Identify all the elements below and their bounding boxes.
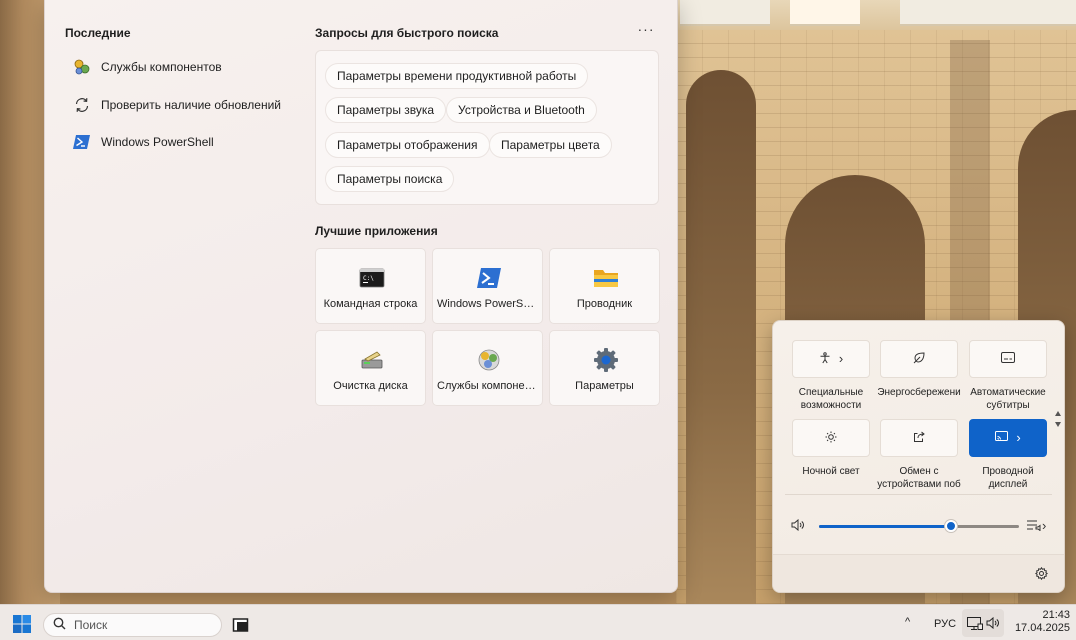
live-captions-toggle[interactable] [969,340,1047,378]
wallpaper-building [680,0,770,26]
clock[interactable]: 21:43 17.04.2025 [1008,609,1070,635]
recent-item-label: Windows PowerShell [101,135,214,149]
scroll-up-icon[interactable] [1055,411,1061,416]
refresh-icon [72,95,92,115]
wallpaper-building [900,0,1076,26]
svg-text:C:\: C:\ [363,275,374,282]
energy-saver-label: Энергосбережени [877,387,961,398]
live-captions-icon [1001,352,1015,366]
windows-logo-icon[interactable] [13,615,31,636]
app-tile-settings[interactable]: Параметры [549,330,660,406]
nearby-sharing-icon [913,431,925,446]
clock-time: 21:43 [1042,609,1070,621]
quick-settings-panel: › Специальные возможности Энергосбережен… [772,320,1065,593]
quick-search-panel: Параметры времени продуктивной работы Па… [315,50,659,205]
app-tile-disk-cleanup[interactable]: Очистка диска [315,330,426,406]
app-tile-label: Службы компонен... [437,380,538,392]
powershell-icon [476,265,502,291]
recent-item-component-services[interactable]: Службы компонентов [72,55,222,79]
disk-cleanup-icon [359,347,385,373]
quick-settings-footer [773,554,1064,592]
wallpaper-arch [686,70,756,604]
volume-slider-fill [819,525,951,528]
settings-gear-icon [593,347,619,373]
app-tile-label: Командная строка [323,298,418,310]
app-tile-file-explorer[interactable]: Проводник [549,248,660,324]
app-tile-command-prompt[interactable]: C:\ Командная строка [315,248,426,324]
audio-output-icon[interactable] [1026,519,1042,534]
component-services-icon [476,347,502,373]
quick-search-chip[interactable]: Параметры отображения [325,132,490,158]
night-light-label: Ночной свет [802,466,860,477]
app-tile-label: Параметры [575,380,634,392]
recent-item-label: Проверить наличие обновлений [101,98,281,112]
taskbar: Поиск ^ РУС 21:43 17.04.2025 [0,604,1076,640]
tray-overflow-chevron[interactable]: ^ [905,616,910,628]
volume-slider-thumb[interactable] [945,520,957,532]
volume-slider[interactable] [819,520,1019,532]
app-tile-component-services[interactable]: Службы компонен... [432,330,543,406]
app-tile-powershell[interactable]: Windows PowerShell [432,248,543,324]
volume-icon [986,616,1000,632]
component-services-icon [72,57,92,77]
search-placeholder: Поиск [74,618,108,632]
more-options-button[interactable]: ··· [637,22,655,40]
language-indicator[interactable]: РУС [934,618,956,630]
quick-search-chip[interactable]: Параметры звука [325,97,447,123]
nearby-sharing-toggle[interactable] [880,419,958,457]
search-icon [53,617,66,633]
start-menu: Последние Службы компонентов Проверить н… [44,0,678,593]
chevron-right-icon[interactable]: › [1016,431,1020,444]
speaker-icon[interactable] [791,518,805,534]
divider [785,494,1052,495]
quick-search-title: Запросы для быстрого поиска [315,26,499,40]
chevron-right-icon[interactable]: › [839,352,843,365]
app-tile-label: Проводник [576,298,633,310]
cast-label: Проводной дисплей [982,466,1034,490]
chevron-right-icon[interactable]: › [1042,518,1046,533]
night-light-icon [825,431,837,446]
network-icon [967,617,983,633]
settings-gear-icon[interactable] [1034,566,1049,583]
cast-toggle[interactable]: › [969,419,1047,457]
quick-search-chip[interactable]: Параметры цвета [489,132,612,158]
app-tile-label: Очистка диска [333,380,408,392]
file-explorer-icon [593,265,619,291]
app-tile-label: Windows PowerShell [437,298,538,310]
recent-item-powershell[interactable]: Windows PowerShell [72,130,214,154]
tray-quick-settings-button[interactable] [962,609,1004,637]
wallpaper-building [790,0,860,26]
top-apps-title: Лучшие приложения [315,224,438,238]
night-light-toggle[interactable] [792,419,870,457]
cast-icon [995,431,1009,445]
recent-item-label: Службы компонентов [101,60,222,74]
accessibility-toggle[interactable]: › [792,340,870,378]
quick-search-chip[interactable]: Устройства и Bluetooth [446,97,597,123]
scroll-down-icon[interactable] [1055,422,1061,427]
accessibility-label: Специальные возможности [798,387,864,411]
energy-saver-icon [913,351,926,367]
command-prompt-icon: C:\ [359,265,385,291]
energy-saver-toggle[interactable] [880,340,958,378]
quick-search-chip[interactable]: Параметры поиска [325,166,455,192]
recent-section-title: Последние [65,26,131,40]
quick-search-chip[interactable]: Параметры времени продуктивной работы [325,63,589,89]
live-captions-label: Автоматические субтитры [970,387,1046,411]
nearby-sharing-label: Обмен с устройствами поб [877,466,961,490]
accessibility-icon [819,351,831,367]
clock-date: 17.04.2025 [1014,622,1070,634]
task-view-icon[interactable] [232,615,250,636]
recent-item-check-updates[interactable]: Проверить наличие обновлений [72,93,281,117]
powershell-icon [72,132,92,152]
taskbar-search-box[interactable]: Поиск [43,613,222,637]
